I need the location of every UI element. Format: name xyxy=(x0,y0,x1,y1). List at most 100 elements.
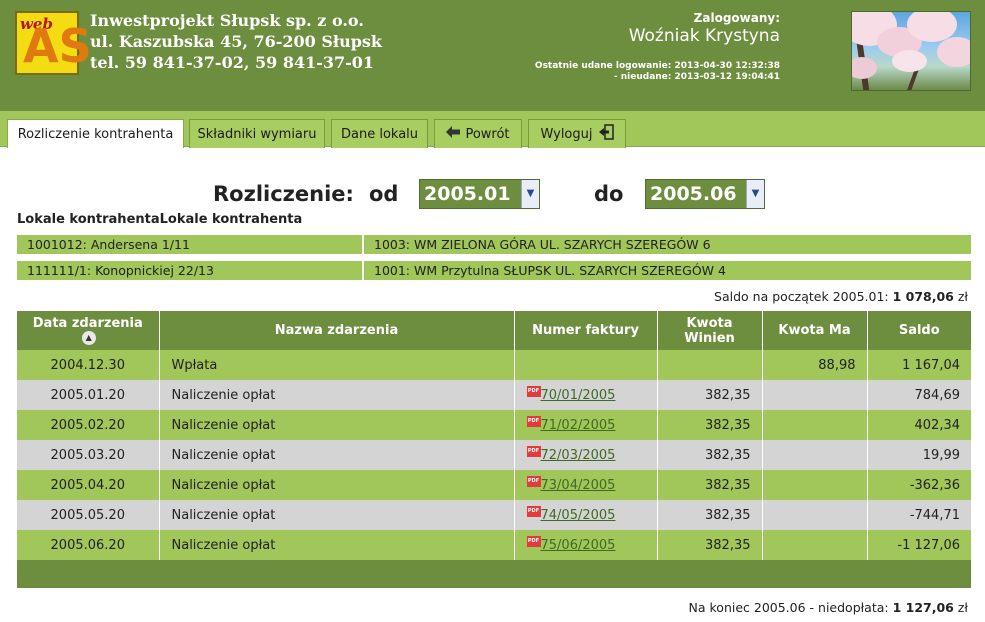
invoice-link[interactable]: 70/01/2005 xyxy=(541,388,616,403)
period-title: Rozliczenie: xyxy=(213,182,354,206)
cell-balance: 19,99 xyxy=(866,440,971,470)
cell-credit xyxy=(761,440,867,470)
to-period-value: 2005.06 xyxy=(650,183,737,205)
invoice-link[interactable]: 71/02/2005 xyxy=(541,418,616,433)
cell-debit: 382,35 xyxy=(656,470,762,500)
divider xyxy=(362,235,364,254)
cell-name: Naliczenie opłat xyxy=(158,500,514,530)
sort-icon[interactable]: ▲ xyxy=(81,331,96,345)
pdf-icon[interactable]: PDF xyxy=(526,475,541,487)
divider xyxy=(362,261,364,280)
cell-name: Naliczenie opłat xyxy=(158,410,514,440)
tab-label: Wyloguj xyxy=(540,126,593,142)
tab-bar: Rozliczenie kontrahenta Składniki wymiar… xyxy=(0,111,985,148)
cell-invoice: PDF72/03/2005 xyxy=(513,440,657,470)
cell-debit: 382,35 xyxy=(656,380,762,410)
table-footer xyxy=(17,560,971,588)
cell-balance: 1 167,04 xyxy=(866,350,971,380)
cell-invoice xyxy=(513,350,657,380)
invoice-link[interactable]: 74/05/2005 xyxy=(541,508,616,523)
premises-local: 111111/1: Konopnickiej 22/13 xyxy=(27,263,214,278)
cell-debit xyxy=(656,350,762,380)
tab-wyloguj[interactable]: Wyloguj xyxy=(528,119,626,148)
col-invoice: Numer faktury xyxy=(513,311,657,350)
premises-row: 111111/1: Konopnickiej 22/13 1001: WM Pr… xyxy=(17,261,971,280)
saldo-end-label: Na koniec 2005.06 - niedopłata: xyxy=(688,600,889,615)
cell-balance: -744,71 xyxy=(866,500,971,530)
invoice-link[interactable]: 72/03/2005 xyxy=(541,448,616,463)
tab-label: Rozliczenie kontrahenta xyxy=(17,126,174,142)
cell-debit: 382,35 xyxy=(656,530,762,560)
company-address: ul. Kaszubska 45, 76-200 Słupsk xyxy=(90,32,382,51)
premises-local: 1001012: Andersena 1/11 xyxy=(27,237,190,252)
col-debit-label: Kwota Winien xyxy=(684,315,735,346)
chevron-down-icon: ▼ xyxy=(746,180,764,208)
pdf-icon[interactable]: PDF xyxy=(526,445,541,457)
col-credit: Kwota Ma xyxy=(761,311,867,350)
currency-unit: zł xyxy=(957,600,968,615)
cell-debit: 382,35 xyxy=(656,440,762,470)
cell-name: Wpłata xyxy=(158,350,514,380)
col-name: Nazwa zdarzenia xyxy=(158,311,514,350)
saldo-start-value: 1 078,06 xyxy=(892,289,954,304)
logout-icon xyxy=(598,124,614,144)
last-login-fail: - nieudane: 2013-03-12 19:04:41 xyxy=(613,72,780,82)
cell-credit xyxy=(761,530,867,560)
settlement-table: Data zdarzenia ▲ Nazwa zdarzenia Numer f… xyxy=(17,311,971,588)
invoice-link[interactable]: 73/04/2005 xyxy=(541,478,616,493)
chevron-down-icon: ▼ xyxy=(521,180,539,208)
cell-date: 2004.12.30 xyxy=(17,350,159,380)
app-header: web AS Inwestprojekt Słupsk sp. z o.o. u… xyxy=(0,0,985,111)
cell-credit xyxy=(761,500,867,530)
user-name: Woźniak Krystyna xyxy=(628,26,780,46)
cell-invoice: PDF73/04/2005 xyxy=(513,470,657,500)
col-date[interactable]: Data zdarzenia ▲ xyxy=(17,311,159,350)
cell-balance: -1 127,06 xyxy=(866,530,971,560)
tab-label: Powrót xyxy=(465,126,510,142)
last-login-ok: Ostatnie udane logowanie: 2013-04-30 12:… xyxy=(534,61,780,71)
company-info: Inwestprojekt Słupsk sp. z o.o. ul. Kasz… xyxy=(90,10,382,73)
to-period-select[interactable]: 2005.06 ▼ xyxy=(645,179,765,209)
premises-row: 1001012: Andersena 1/11 1003: WM ZIELONA… xyxy=(17,235,971,254)
table-row: 2005.03.20 Naliczenie opłat PDF72/03/2005 3… xyxy=(17,440,971,470)
table-row: 2005.06.20 Naliczenie opłat PDF75/06/2005 3… xyxy=(17,530,971,560)
cell-invoice: PDF75/06/2005 xyxy=(513,530,657,560)
company-phone: tel. 59 841-37-02, 59 841-37-01 xyxy=(90,53,375,72)
cell-date: 2005.01.20 xyxy=(17,380,159,410)
cell-credit xyxy=(761,410,867,440)
pdf-icon[interactable]: PDF xyxy=(526,535,541,547)
cell-date: 2005.05.20 xyxy=(17,500,159,530)
table-row: 2005.02.20 Naliczenie opłat PDF71/02/2005 3… xyxy=(17,410,971,440)
period-selector: Rozliczenie: od 2005.01 ▼ do 2005.06 ▼ xyxy=(0,179,985,211)
table-header-row: Data zdarzenia ▲ Nazwa zdarzenia Numer f… xyxy=(17,311,971,350)
tab-powrot[interactable]: Powrót xyxy=(434,119,522,148)
cell-balance: 402,34 xyxy=(866,410,971,440)
cell-name: Naliczenie opłat xyxy=(158,530,514,560)
cell-credit xyxy=(761,470,867,500)
pdf-icon[interactable]: PDF xyxy=(526,505,541,517)
cell-date: 2005.06.20 xyxy=(17,530,159,560)
saldo-end: Na koniec 2005.06 - niedopłata: 1 127,06… xyxy=(689,600,968,615)
premises-heading: Lokale kontrahentaLokale kontrahenta xyxy=(17,212,303,227)
cell-invoice: PDF70/01/2005 xyxy=(513,380,657,410)
tab-skladniki-wymiaru[interactable]: Składniki wymiaru xyxy=(189,119,325,148)
col-date-label: Data zdarzenia xyxy=(32,315,143,331)
cell-debit: 382,35 xyxy=(656,410,762,440)
cell-invoice: PDF74/05/2005 xyxy=(513,500,657,530)
login-info: Zalogowany: Woźniak Krystyna Ostatnie ud… xyxy=(535,11,780,83)
tab-rozliczenie-kontrahenta[interactable]: Rozliczenie kontrahenta xyxy=(7,119,184,148)
currency-unit: zł xyxy=(957,289,968,304)
pdf-icon[interactable]: PDF xyxy=(526,415,541,427)
cell-date: 2005.03.20 xyxy=(17,440,159,470)
logo-as-text: AS xyxy=(23,19,92,73)
table-row: 2004.12.30 Wpłata 88,98 1 167,04 xyxy=(17,350,971,380)
saldo-end-value: 1 127,06 xyxy=(892,600,954,615)
from-period-select[interactable]: 2005.01 ▼ xyxy=(419,179,540,209)
cell-debit: 382,35 xyxy=(656,500,762,530)
pdf-icon[interactable]: PDF xyxy=(526,385,541,397)
tab-dane-lokalu[interactable]: Dane lokalu xyxy=(331,119,428,148)
cell-balance: -362,36 xyxy=(866,470,971,500)
cell-credit xyxy=(761,380,867,410)
invoice-link[interactable]: 75/06/2005 xyxy=(541,538,616,553)
cell-credit: 88,98 xyxy=(761,350,867,380)
